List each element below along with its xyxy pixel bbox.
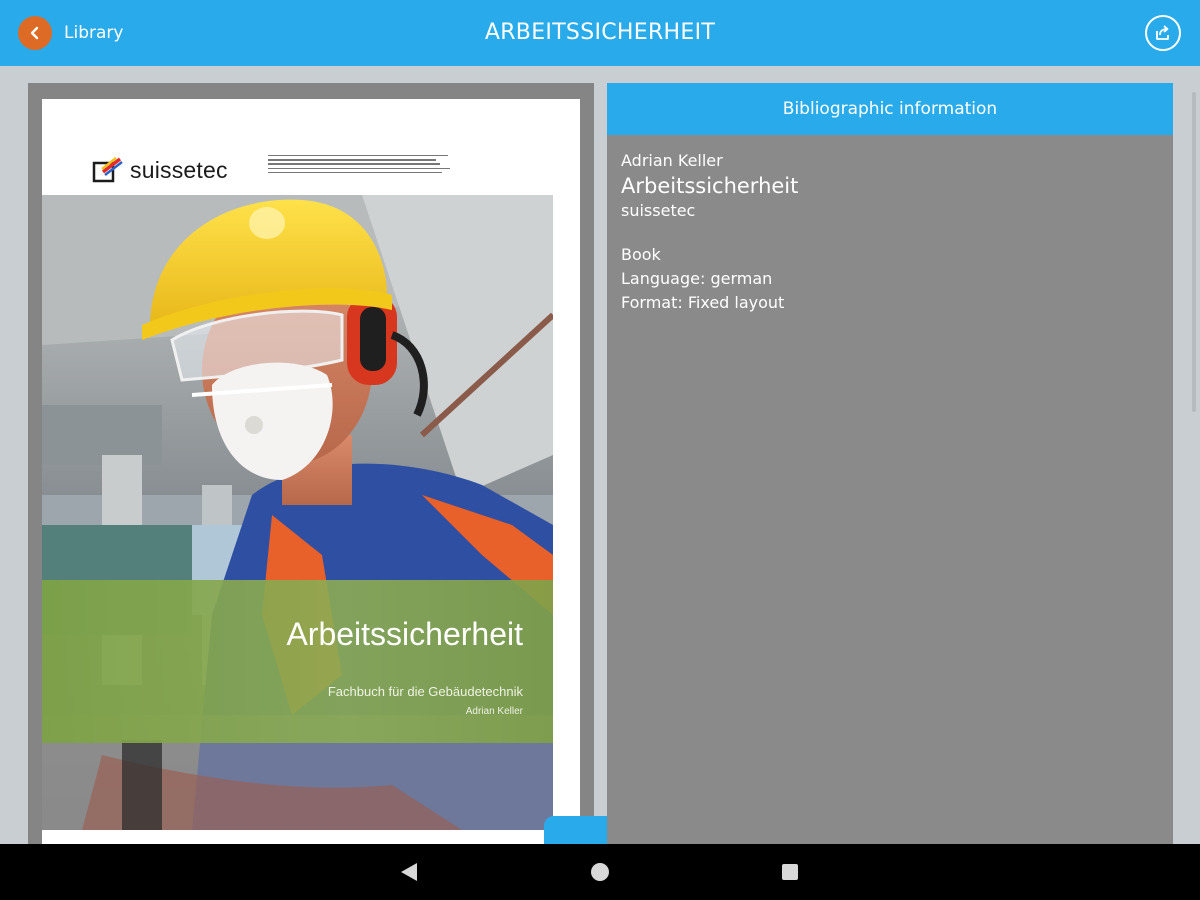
info-language: Language: german [621,269,773,288]
book-cover[interactable]: suissetec Arbeitssicherheit Fachbuch für… [42,99,580,844]
page-title: ARBEITSSICHERHEIT [484,20,716,45]
info-format: Format: Fixed layout [621,293,785,312]
info-publisher: suissetec [621,201,696,220]
cover-title-band: Arbeitssicherheit Fachbuch für die Gebäu… [42,580,553,743]
nav-back-icon[interactable] [400,862,418,882]
bibliographic-info-panel: Bibliographic information Adrian Keller … [607,83,1173,844]
publisher-logo: suissetec [92,155,228,185]
nav-recent-icon[interactable] [782,864,798,880]
cover-author: Adrian Keller [465,706,523,717]
logo-description-lines [268,152,468,176]
chevron-left-icon [18,16,52,50]
share-icon [1156,25,1169,40]
info-author: Adrian Keller [621,151,723,170]
share-button[interactable] [1145,15,1181,51]
back-to-library-button[interactable]: Library [18,16,123,50]
info-panel-body: Adrian Keller Arbeitssicherheit suissete… [621,151,798,315]
cover-title: Arbeitssicherheit [286,616,523,652]
top-app-bar: Library ARBEITSSICHERHEIT [0,0,1200,66]
info-title: Arbeitssicherheit [621,174,799,198]
back-button-label: Library [64,23,124,43]
suissetec-logo-icon [92,157,123,183]
logo-text: suissetec [130,156,228,183]
cover-subtitle: Fachbuch für die Gebäudetechnik [327,684,523,699]
info-type: Book [621,245,661,264]
info-panel-header: Bibliographic information [607,83,1173,135]
page-scrollbar[interactable] [1192,92,1196,412]
nav-home-icon[interactable] [591,863,609,881]
